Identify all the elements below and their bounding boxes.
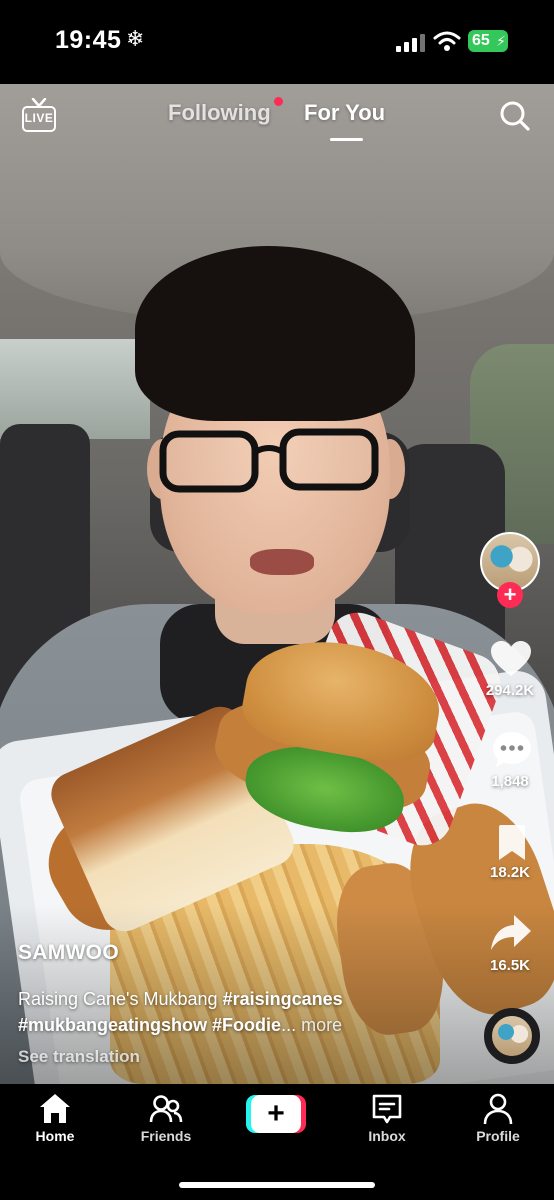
caption-more-link[interactable]: more: [301, 1015, 342, 1035]
comment-count: 1,848: [491, 773, 529, 790]
tab-home[interactable]: Home: [10, 1092, 100, 1144]
caption-text: Raising Cane's Mukbang: [18, 989, 223, 1009]
tab-profile[interactable]: Profile: [453, 1092, 543, 1144]
home-icon: [40, 1094, 70, 1123]
status-time: 19:45: [55, 26, 122, 54]
battery-level: 65: [472, 32, 490, 49]
profile-icon: [483, 1093, 513, 1125]
tab-label: Home: [35, 1128, 75, 1144]
save-count: 18.2K: [489, 864, 531, 881]
music-disc[interactable]: [484, 1008, 540, 1064]
creator-username[interactable]: SAMWOO: [18, 941, 119, 965]
person-mouth: [250, 549, 314, 575]
create-button[interactable]: +: [246, 1095, 306, 1133]
video-player[interactable]: [0, 84, 554, 1084]
status-bar: 19:45 ❄ 65 ⚡: [0, 0, 554, 84]
see-translation-link[interactable]: See translation: [18, 1047, 140, 1067]
tab-label: Friends: [140, 1128, 192, 1144]
hashtag[interactable]: #mukbangeatingshow: [18, 1015, 207, 1035]
cellular-signal-icon: [396, 34, 426, 52]
comment-icon[interactable]: [491, 730, 533, 770]
wifi-icon: [433, 31, 461, 51]
like-count: 294.2K: [485, 682, 535, 699]
person-glasses: [159, 428, 379, 493]
live-button[interactable]: LIVE: [22, 98, 58, 134]
active-tab-indicator: [330, 138, 363, 141]
inbox-icon: [372, 1094, 402, 1124]
create-plus-icon: +: [251, 1095, 301, 1133]
tab-label: Profile: [476, 1128, 520, 1144]
tab-label: Inbox: [368, 1128, 406, 1144]
notification-dot: [274, 97, 283, 106]
tab-inbox[interactable]: Inbox: [342, 1092, 432, 1144]
share-icon[interactable]: [490, 913, 532, 953]
charging-bolt-icon: ⚡: [496, 33, 506, 49]
video-caption[interactable]: Raising Cane's Mukbang #raisingcanes #mu…: [18, 986, 448, 1038]
bookmark-icon[interactable]: [496, 824, 528, 862]
live-label: LIVE: [22, 106, 56, 132]
caption-ellipsis: ...: [281, 1015, 297, 1035]
heart-icon[interactable]: [490, 640, 532, 678]
hashtag[interactable]: #raisingcanes: [223, 989, 343, 1009]
tab-friends[interactable]: Friends: [121, 1092, 211, 1144]
tab-following[interactable]: Following: [168, 100, 271, 126]
friends-icon: [149, 1095, 183, 1123]
hashtag[interactable]: #Foodie: [212, 1015, 281, 1035]
share-count: 16.5K: [489, 957, 531, 974]
search-icon[interactable]: [499, 100, 531, 132]
follow-button[interactable]: +: [497, 582, 523, 608]
battery-indicator: 65 ⚡: [468, 30, 508, 52]
snowflake-icon: ❄: [126, 26, 145, 51]
tab-for-you[interactable]: For You: [304, 100, 385, 126]
home-indicator[interactable]: [179, 1182, 375, 1188]
